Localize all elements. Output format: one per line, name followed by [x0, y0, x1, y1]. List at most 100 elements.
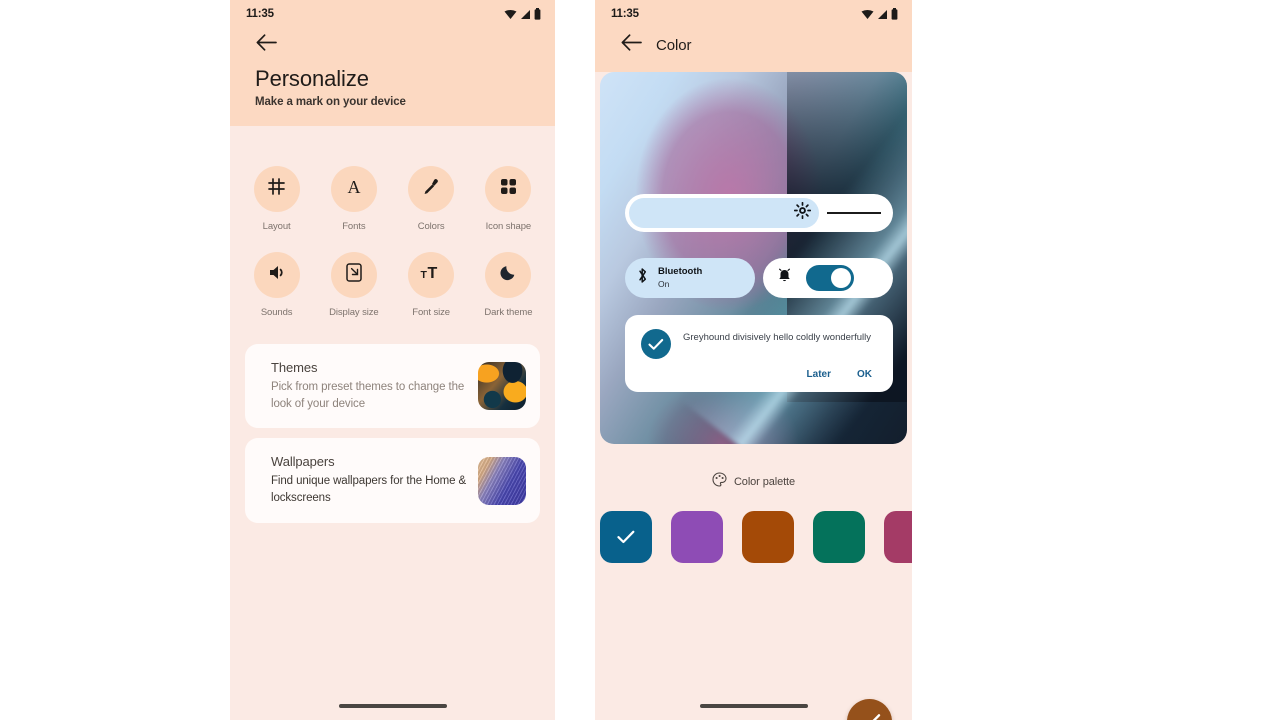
- speaker-icon: [268, 264, 286, 286]
- personalize-cards: Themes Pick from preset themes to change…: [230, 344, 555, 523]
- grid-circle: [408, 166, 455, 212]
- grid-item-sounds[interactable]: Sounds: [238, 252, 315, 318]
- dialog-later-button[interactable]: Later: [807, 369, 831, 380]
- back-arrow-icon[interactable]: [621, 34, 642, 56]
- card-wallpapers[interactable]: Wallpapers Find unique wallpapers for th…: [245, 438, 540, 523]
- swatch-green[interactable]: [813, 511, 865, 563]
- wifi-icon: [861, 9, 874, 20]
- grid-item-label: Layout: [262, 221, 291, 232]
- color-palette-header: Color palette: [595, 472, 912, 492]
- grid-item-label: Fonts: [342, 221, 366, 232]
- themes-thumbnail: [478, 362, 526, 411]
- phone-right-color: 11:35 Color Bluetooth On Greyhound divis…: [595, 0, 912, 720]
- bell-icon: [777, 267, 792, 289]
- moon-icon: [500, 264, 517, 286]
- letter-a-icon: A: [345, 177, 363, 201]
- personalize-icon-grid: Layout A Fonts Colors Icon shape Sounds …: [230, 166, 555, 318]
- grid-item-layout[interactable]: Layout: [238, 166, 315, 232]
- grid-item-label: Display size: [329, 307, 379, 318]
- grid-row-gap: [315, 234, 392, 250]
- dialog-content: Greyhound divisively hello coldly wonder…: [641, 329, 877, 359]
- bluetooth-tile[interactable]: Bluetooth On: [625, 258, 755, 298]
- home-indicator[interactable]: [338, 704, 447, 708]
- brightness-icon: [793, 201, 812, 224]
- card-title: Themes: [271, 360, 318, 375]
- card-title: Wallpapers: [271, 454, 335, 470]
- wallpaper-preview[interactable]: Bluetooth On Greyhound divisively hello …: [600, 72, 907, 444]
- eyedropper-icon: [422, 178, 440, 201]
- bluetooth-tile-status: On: [658, 278, 670, 289]
- confirm-fab-button[interactable]: [847, 699, 892, 720]
- svg-text:T: T: [421, 269, 428, 281]
- check-icon: [617, 530, 635, 544]
- personalize-body: Layout A Fonts Colors Icon shape Sounds …: [230, 126, 555, 720]
- battery-icon: [891, 8, 898, 20]
- page-title: Personalize: [255, 66, 369, 91]
- status-bar-right: 11:35: [595, 0, 912, 28]
- swatch-magenta[interactable]: [884, 511, 912, 563]
- color-toolbar: Color: [595, 28, 912, 72]
- brightness-slider-widget[interactable]: [625, 194, 893, 232]
- grid-item-display-size[interactable]: Display size: [315, 252, 392, 318]
- svg-text:A: A: [347, 178, 360, 196]
- personalize-header: 11:35 Personalize Make a mark on your de…: [230, 0, 555, 126]
- back-arrow-icon[interactable]: [256, 34, 277, 56]
- grid-item-font-size[interactable]: TT Font size: [393, 252, 470, 318]
- palette-icon: [712, 472, 727, 492]
- ring-toggle-switch[interactable]: [806, 265, 854, 291]
- toggle-knob: [831, 268, 851, 288]
- back-button-row: [230, 28, 555, 58]
- status-time: 11:35: [246, 8, 274, 20]
- grid-item-dark-theme[interactable]: Dark theme: [470, 252, 547, 318]
- four-squares-icon: [500, 178, 517, 200]
- status-bar-left: 11:35: [230, 0, 555, 28]
- wifi-icon: [504, 9, 517, 20]
- ring-toggle-tile[interactable]: [763, 258, 893, 298]
- bluetooth-tile-texts: Bluetooth On: [658, 266, 702, 289]
- grid-item-label: Sounds: [260, 307, 293, 318]
- card-description: Pick from preset themes to change the lo…: [271, 381, 465, 410]
- phone-left-personalize: 11:35 Personalize Make a mark on your de…: [230, 0, 555, 720]
- slider-empty-track: [827, 212, 881, 214]
- grid-circle: [253, 166, 300, 212]
- dialog-actions: Later OK: [641, 359, 877, 384]
- dialog-ok-button[interactable]: OK: [857, 369, 872, 380]
- preview-dialog: Greyhound divisively hello coldly wonder…: [625, 315, 893, 392]
- grid-lines-icon: [268, 178, 285, 200]
- grid-item-icon-shape[interactable]: Icon shape: [470, 166, 547, 232]
- grid-row-gap: [470, 234, 547, 250]
- check-icon: [872, 714, 880, 720]
- swatch-teal-blue[interactable]: [600, 511, 652, 563]
- dialog-message: Greyhound divisively hello coldly wonder…: [683, 332, 871, 343]
- bluetooth-icon: [636, 267, 649, 289]
- status-time: 11:35: [611, 8, 639, 20]
- card-themes[interactable]: Themes Pick from preset themes to change…: [245, 344, 540, 429]
- grid-item-colors[interactable]: Colors: [393, 166, 470, 232]
- grid-item-label: Icon shape: [485, 221, 532, 232]
- grid-item-fonts[interactable]: A Fonts: [315, 166, 392, 232]
- status-icon-group: [504, 8, 541, 20]
- home-indicator[interactable]: [699, 704, 808, 708]
- grid-circle: TT: [408, 252, 455, 298]
- card-text-group: Themes Pick from preset themes to change…: [271, 360, 478, 412]
- svg-text:T: T: [428, 265, 438, 281]
- grid-item-label: Font size: [412, 307, 450, 318]
- signal-icon: [520, 9, 531, 20]
- color-header: 11:35 Color: [595, 0, 912, 72]
- page-subtitle: Make a mark on your device: [255, 96, 406, 108]
- screenshot-root: 11:35 Personalize Make a mark on your de…: [0, 0, 1280, 720]
- wallpapers-thumbnail: [478, 456, 526, 505]
- color-palette-label: Color palette: [733, 476, 796, 488]
- grid-item-label: Dark theme: [484, 307, 533, 318]
- grid-row-gap: [238, 234, 315, 250]
- battery-icon: [534, 8, 541, 20]
- grid-circle: [485, 252, 532, 298]
- resize-page-icon: [346, 263, 362, 287]
- swatch-rust[interactable]: [742, 511, 794, 563]
- font-size-icon: TT: [420, 264, 442, 286]
- grid-circle: [330, 252, 377, 298]
- swatch-purple[interactable]: [671, 511, 723, 563]
- card-text-group: Wallpapers Find unique wallpapers for th…: [271, 454, 478, 506]
- slider-filled-track: [629, 198, 819, 228]
- color-swatch-row: [595, 492, 912, 563]
